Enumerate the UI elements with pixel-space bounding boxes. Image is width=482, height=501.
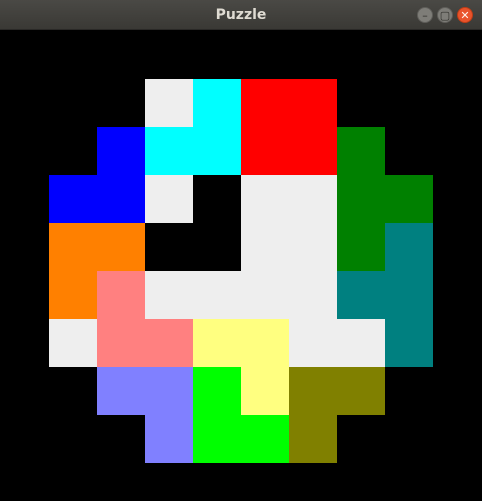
cyan-piece-cell[interactable] xyxy=(193,127,241,175)
yellow-piece-cell[interactable] xyxy=(193,319,241,367)
lavender-piece-cell[interactable] xyxy=(97,367,145,415)
pink-piece-cell[interactable] xyxy=(97,319,145,367)
olive-piece-cell[interactable] xyxy=(289,415,337,463)
white-piece-3-cell[interactable] xyxy=(241,271,289,319)
lime-piece-cell[interactable] xyxy=(193,415,241,463)
green-piece-cell[interactable] xyxy=(337,127,385,175)
olive-piece-cell[interactable] xyxy=(337,367,385,415)
teal-piece-cell[interactable] xyxy=(385,223,433,271)
white-piece-3-cell[interactable] xyxy=(241,175,289,223)
white-piece-2-cell[interactable] xyxy=(145,175,193,223)
blue-piece-cell[interactable] xyxy=(49,175,97,223)
white-piece-3-cell[interactable] xyxy=(289,271,337,319)
red-piece-cell[interactable] xyxy=(289,79,337,127)
white-piece-4-cell[interactable] xyxy=(49,319,97,367)
minimize-button[interactable]: – xyxy=(417,7,433,23)
white-piece-3-cell[interactable] xyxy=(241,223,289,271)
lavender-piece-cell[interactable] xyxy=(145,367,193,415)
blue-piece-cell[interactable] xyxy=(97,127,145,175)
orange-piece-cell[interactable] xyxy=(49,223,97,271)
white-piece-1-cell[interactable] xyxy=(145,79,193,127)
lime-piece-cell[interactable] xyxy=(193,367,241,415)
teal-piece-cell[interactable] xyxy=(337,271,385,319)
white-piece-3-cell[interactable] xyxy=(289,175,337,223)
orange-piece-cell[interactable] xyxy=(49,271,97,319)
red-piece-cell[interactable] xyxy=(241,79,289,127)
maximize-button[interactable]: ▢ xyxy=(437,7,453,23)
green-piece-cell[interactable] xyxy=(385,175,433,223)
yellow-piece-cell[interactable] xyxy=(241,319,289,367)
teal-piece-cell[interactable] xyxy=(385,319,433,367)
close-button[interactable]: ✕ xyxy=(457,7,473,23)
green-piece-cell[interactable] xyxy=(337,223,385,271)
white-piece-3-cell[interactable] xyxy=(289,223,337,271)
lavender-piece-cell[interactable] xyxy=(145,415,193,463)
close-icon: ✕ xyxy=(460,8,470,22)
window-title: Puzzle xyxy=(215,7,267,23)
white-piece-3-cell[interactable] xyxy=(289,319,337,367)
pink-piece-cell[interactable] xyxy=(145,319,193,367)
minimize-icon: – xyxy=(422,8,428,22)
blue-piece-cell[interactable] xyxy=(97,175,145,223)
puzzle-window: Puzzle – ▢ ✕ xyxy=(0,0,482,501)
yellow-piece-cell[interactable] xyxy=(241,367,289,415)
white-piece-3-cell[interactable] xyxy=(193,271,241,319)
lime-piece-cell[interactable] xyxy=(241,415,289,463)
teal-piece-cell[interactable] xyxy=(385,271,433,319)
title-bar[interactable]: Puzzle – ▢ ✕ xyxy=(0,0,482,30)
white-piece-3-cell[interactable] xyxy=(337,319,385,367)
olive-piece-cell[interactable] xyxy=(289,367,337,415)
maximize-icon: ▢ xyxy=(439,8,451,22)
green-piece-cell[interactable] xyxy=(337,175,385,223)
white-piece-3-cell[interactable] xyxy=(145,271,193,319)
cyan-piece-cell[interactable] xyxy=(193,79,241,127)
pink-piece-cell[interactable] xyxy=(97,271,145,319)
red-piece-cell[interactable] xyxy=(289,127,337,175)
orange-piece-cell[interactable] xyxy=(97,223,145,271)
puzzle-board[interactable] xyxy=(0,30,482,501)
window-controls: – ▢ ✕ xyxy=(417,7,473,23)
red-piece-cell[interactable] xyxy=(241,127,289,175)
cyan-piece-cell[interactable] xyxy=(145,127,193,175)
